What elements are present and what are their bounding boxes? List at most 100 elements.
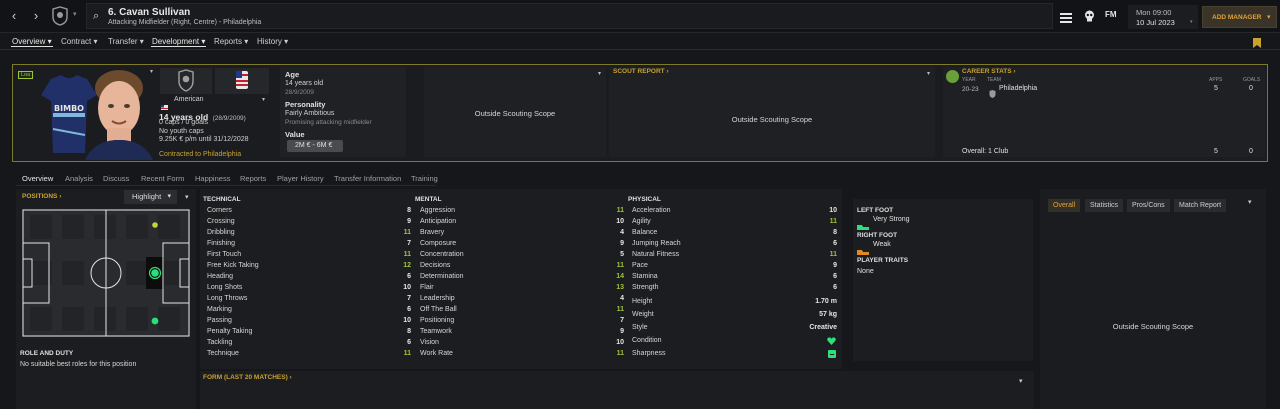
attribute-row[interactable]: Natural Fitness 11 — [632, 249, 837, 260]
attribute-row[interactable]: Flair 13 — [420, 282, 624, 293]
age-label: Age — [285, 70, 300, 79]
chevron-down-icon[interactable]: ▾ — [185, 193, 189, 201]
skull-icon[interactable] — [1084, 9, 1095, 22]
style-value: Creative — [809, 324, 837, 331]
search-icon[interactable]: ⌕ — [93, 10, 99, 23]
attribute-row[interactable]: Dribbling 11 — [207, 227, 411, 238]
add-manager-button[interactable]: ADD MANAGER ▾ — [1202, 6, 1277, 28]
attribute-row[interactable]: Pace 9 — [632, 260, 837, 271]
career-row[interactable]: 20-23 Philadelphia 5 0 — [943, 84, 1265, 98]
hamburger-menu-icon[interactable] — [1060, 10, 1072, 23]
overall-button[interactable]: Overall — [1048, 199, 1081, 212]
attribute-row[interactable]: Technique 11 — [207, 348, 411, 359]
attribute-name: Off The Ball — [420, 306, 457, 313]
nation-crest-icon[interactable] — [215, 68, 269, 94]
attribute-row[interactable]: Jumping Reach 6 — [632, 238, 837, 249]
attribute-value: 6 — [833, 240, 837, 247]
attribute-row[interactable]: Teamwork 9 — [420, 326, 624, 337]
menu-transfer[interactable]: Transfer ▾ — [107, 36, 145, 47]
attribute-row[interactable]: Corners 8 — [207, 205, 411, 216]
age-cell: Age 14 years old 28/9/2009 — [280, 67, 406, 99]
attribute-row[interactable]: Vision 10 — [420, 337, 624, 348]
attribute-row[interactable]: Concentration 5 — [420, 249, 624, 260]
menu-development[interactable]: Development ▾ — [151, 36, 207, 47]
chevron-down-icon[interactable]: ▾ — [927, 70, 930, 77]
menu-overview[interactable]: Overview ▾ — [11, 36, 53, 47]
attribute-row[interactable]: Agility 11 — [632, 216, 837, 227]
attribute-row[interactable]: Heading 6 — [207, 271, 411, 282]
attribute-name: Finishing — [207, 240, 236, 247]
chevron-down-icon[interactable]: ▾ — [1019, 377, 1023, 385]
statistics-button[interactable]: Statistics — [1085, 199, 1124, 212]
tab-analysis[interactable]: Analysis — [64, 172, 94, 185]
attribute-value: 14 — [616, 273, 624, 280]
club-crest-icon[interactable] — [51, 6, 69, 26]
chevron-down-icon[interactable]: ▾ — [73, 10, 77, 18]
match-report-button[interactable]: Match Report — [1174, 199, 1227, 212]
tab-reports[interactable]: Reports — [239, 172, 267, 185]
chevron-right-icon[interactable]: › — [29, 8, 43, 24]
chevron-down-icon[interactable]: ▾ — [150, 68, 153, 75]
attribute-name: Free Kick Taking — [207, 262, 259, 269]
tab-discuss[interactable]: Discuss — [102, 172, 130, 185]
attribute-row[interactable]: Marking 6 — [207, 304, 411, 315]
scout-report-link[interactable]: SCOUT REPORT › — [613, 68, 669, 75]
col-goals: GOALS — [1243, 77, 1261, 83]
attribute-row[interactable]: Tackling 6 — [207, 337, 411, 348]
chevron-down-icon[interactable]: ▾ — [262, 96, 265, 103]
chevron-down-icon[interactable]: ▾ — [1248, 198, 1252, 206]
date-display[interactable]: Mon 09:00 10 Jul 2023 ▾ — [1128, 5, 1198, 29]
attribute-row[interactable]: Positioning 7 — [420, 315, 624, 326]
chevron-left-icon[interactable]: ‹ — [7, 8, 21, 24]
attribute-row[interactable]: Passing 10 — [207, 315, 411, 326]
attribute-row[interactable]: Leadership 4 — [420, 293, 624, 304]
attribute-name: Balance — [632, 229, 658, 236]
highlight-dropdown[interactable]: Highlight ▾ — [124, 190, 177, 204]
menu-contract[interactable]: Contract ▾ — [60, 36, 98, 47]
overall-goals: 0 — [1249, 148, 1253, 155]
tab-overview[interactable]: Overview — [21, 172, 55, 186]
tab-player-history[interactable]: Player History — [276, 172, 325, 185]
tab-happiness[interactable]: Happiness — [194, 172, 231, 185]
attribute-row[interactable]: Off The Ball 11 — [420, 304, 624, 315]
attribute-row[interactable]: Bravery 4 — [420, 227, 624, 238]
attribute-row[interactable]: Stamina 6 — [632, 271, 837, 282]
weight-label: Weight — [632, 311, 654, 318]
attribute-row[interactable]: Acceleration 10 — [632, 205, 837, 216]
attribute-name: Corners — [207, 207, 232, 214]
fm-logo[interactable]: FM — [1105, 10, 1117, 19]
attribute-row[interactable]: Free Kick Taking 12 — [207, 260, 411, 271]
bookmark-icon[interactable] — [1253, 35, 1261, 48]
attribute-row[interactable]: Balance 8 — [632, 227, 837, 238]
attribute-row[interactable]: First Touch 11 — [207, 249, 411, 260]
contracted-to[interactable]: Contracted to Philadelphia — [159, 151, 241, 158]
attribute-row[interactable]: Anticipation 10 — [420, 216, 624, 227]
attribute-row[interactable]: Crossing 9 — [207, 216, 411, 227]
attribute-row[interactable]: Decisions 11 — [420, 260, 624, 271]
club-crest-icon[interactable] — [160, 68, 212, 94]
menu-reports[interactable]: Reports ▾ — [213, 36, 249, 47]
attribute-name: Pace — [632, 262, 648, 269]
attribute-row[interactable]: Long Throws 7 — [207, 293, 411, 304]
attribute-row[interactable]: Work Rate 11 — [420, 348, 624, 359]
attribute-row[interactable]: Penalty Taking 8 — [207, 326, 411, 337]
form-link[interactable]: FORM (LAST 20 MATCHES) › — [203, 374, 292, 381]
positions-link[interactable]: POSITIONS › — [22, 193, 61, 200]
attribute-row[interactable]: Finishing 7 — [207, 238, 411, 249]
attribute-row[interactable]: Strength 6 — [632, 282, 837, 293]
attribute-row[interactable]: Aggression 11 — [420, 205, 624, 216]
tab-transfer-information[interactable]: Transfer Information — [333, 172, 402, 185]
style-label: Style — [632, 324, 648, 331]
attribute-row[interactable]: Determination 14 — [420, 271, 624, 282]
attribute-name: Long Throws — [207, 295, 248, 302]
chevron-down-icon[interactable]: ▾ — [598, 70, 601, 77]
career-stats-link[interactable]: CAREER STATS › — [962, 68, 1016, 75]
tab-training[interactable]: Training — [410, 172, 439, 185]
menu-history[interactable]: History ▾ — [256, 36, 289, 47]
attribute-row[interactable]: Composure 9 — [420, 238, 624, 249]
condition-label: Condition — [632, 337, 662, 344]
analysis-panel — [1040, 189, 1266, 409]
attribute-row[interactable]: Long Shots 10 — [207, 282, 411, 293]
tab-recent-form[interactable]: Recent Form — [140, 172, 185, 185]
pros-cons-button[interactable]: Pros/Cons — [1127, 199, 1170, 212]
